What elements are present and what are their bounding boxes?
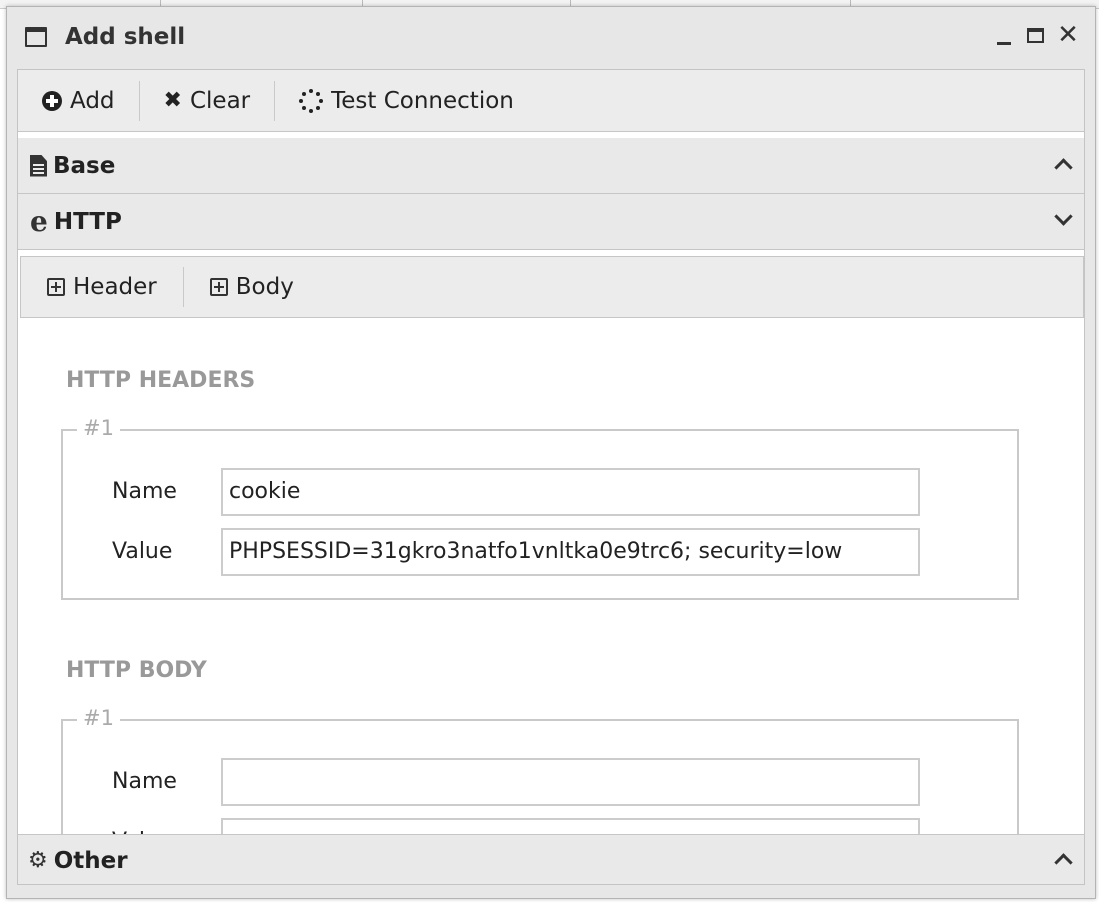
- test-connection-button[interactable]: Test Connection: [275, 81, 538, 121]
- plus-circle-icon: [42, 90, 62, 111]
- window-titlebar[interactable]: Add shell ✕: [7, 7, 1095, 67]
- body-name-input[interactable]: [221, 758, 920, 806]
- window-controls: ✕: [993, 22, 1079, 48]
- clear-button[interactable]: ✖ Clear: [140, 81, 275, 121]
- clear-button-label: Clear: [189, 87, 251, 114]
- chevron-up-icon: [1054, 853, 1073, 872]
- gears-icon: ⚙: [28, 848, 48, 873]
- window-content: Add ✖ Clear Test Connection Base e HTTP …: [17, 69, 1085, 885]
- add-button-label: Add: [70, 87, 115, 114]
- chevron-down-icon: [1054, 207, 1073, 226]
- spinner-icon: [299, 88, 324, 113]
- plus-square-icon: [209, 278, 228, 296]
- plus-square-icon: [47, 278, 65, 296]
- http-headers-title: HTTP HEADERS: [66, 368, 256, 393]
- http-toolbar: Header Body: [20, 256, 1084, 318]
- close-icon[interactable]: ✕: [1057, 22, 1079, 48]
- body-name-label: Name: [112, 769, 177, 794]
- body-group-legend: #1: [77, 706, 120, 730]
- edge-browser-icon: e: [30, 204, 48, 238]
- header-group-legend: #1: [77, 416, 120, 440]
- times-icon: ✖: [163, 88, 182, 113]
- header-name-input[interactable]: cookie: [221, 468, 920, 516]
- header-group-1: #1 Name cookie Value PHPSESSID=31gkro3na…: [61, 416, 1019, 600]
- maximize-icon[interactable]: [1025, 25, 1047, 47]
- window-title: Add shell: [65, 24, 186, 50]
- header-value-label: Value: [112, 539, 173, 564]
- accordion-other[interactable]: ⚙ Other: [18, 834, 1084, 884]
- accordion-http[interactable]: e HTTP: [18, 194, 1084, 250]
- add-body-label: Body: [235, 274, 294, 300]
- chevron-up-icon: [1054, 158, 1073, 177]
- window-icon: [25, 27, 47, 47]
- add-shell-window: Add shell ✕ Add ✖ Clear Test Connection …: [6, 6, 1096, 899]
- accordion-other-title: Other: [53, 847, 128, 874]
- file-text-icon: [30, 154, 47, 177]
- http-body-title: HTTP BODY: [66, 658, 207, 683]
- header-value-input[interactable]: PHPSESSID=31gkro3natfo1vnltka0e9trc6; se…: [221, 528, 920, 576]
- minimize-icon[interactable]: [993, 25, 1015, 47]
- add-body-button[interactable]: Body: [184, 267, 320, 307]
- add-header-label: Header: [73, 274, 157, 300]
- main-toolbar: Add ✖ Clear Test Connection: [18, 70, 1084, 132]
- accordion-base[interactable]: Base: [18, 138, 1084, 194]
- add-header-button[interactable]: Header: [21, 267, 183, 307]
- accordion-http-title: HTTP: [53, 208, 122, 235]
- test-connection-label: Test Connection: [331, 87, 514, 114]
- header-name-label: Name: [112, 479, 177, 504]
- accordion-base-title: Base: [53, 152, 116, 179]
- add-button[interactable]: Add: [18, 81, 139, 121]
